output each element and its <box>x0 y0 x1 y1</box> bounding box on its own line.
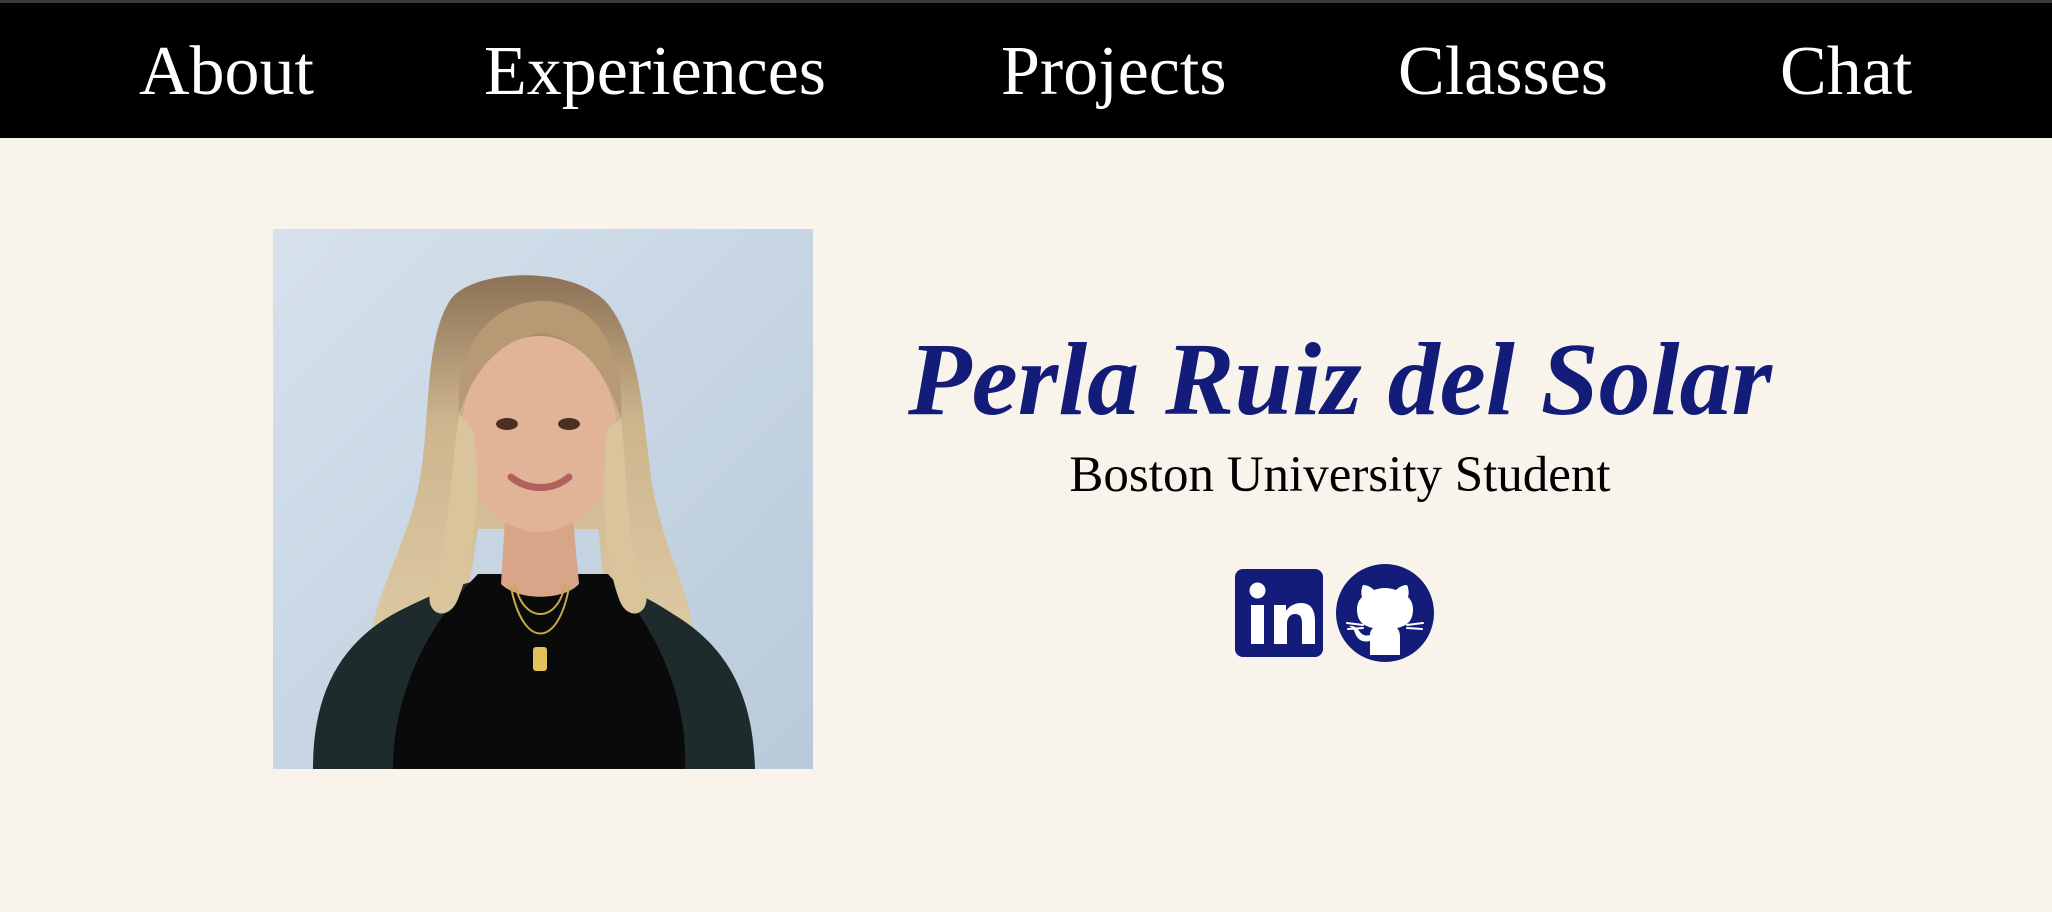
profile-name: Perla Ruiz del Solar <box>908 322 1772 437</box>
nav-link-projects[interactable]: Projects <box>1001 29 1227 115</box>
profile-subtitle: Boston University Student <box>1069 447 1611 503</box>
linkedin-link[interactable] <box>1229 563 1329 663</box>
linkedin-icon <box>1235 569 1323 657</box>
nav-link-chat[interactable]: Chat <box>1780 29 1912 115</box>
github-icon <box>1336 564 1434 662</box>
nav-link-experiences[interactable]: Experiences <box>484 29 826 115</box>
nav-link-about[interactable]: About <box>139 29 314 115</box>
profile-photo <box>273 229 813 769</box>
github-link[interactable] <box>1335 563 1435 663</box>
top-nav-bar: About Experiences Projects Classes Chat <box>0 0 2052 138</box>
nav-link-classes[interactable]: Classes <box>1398 29 1608 115</box>
